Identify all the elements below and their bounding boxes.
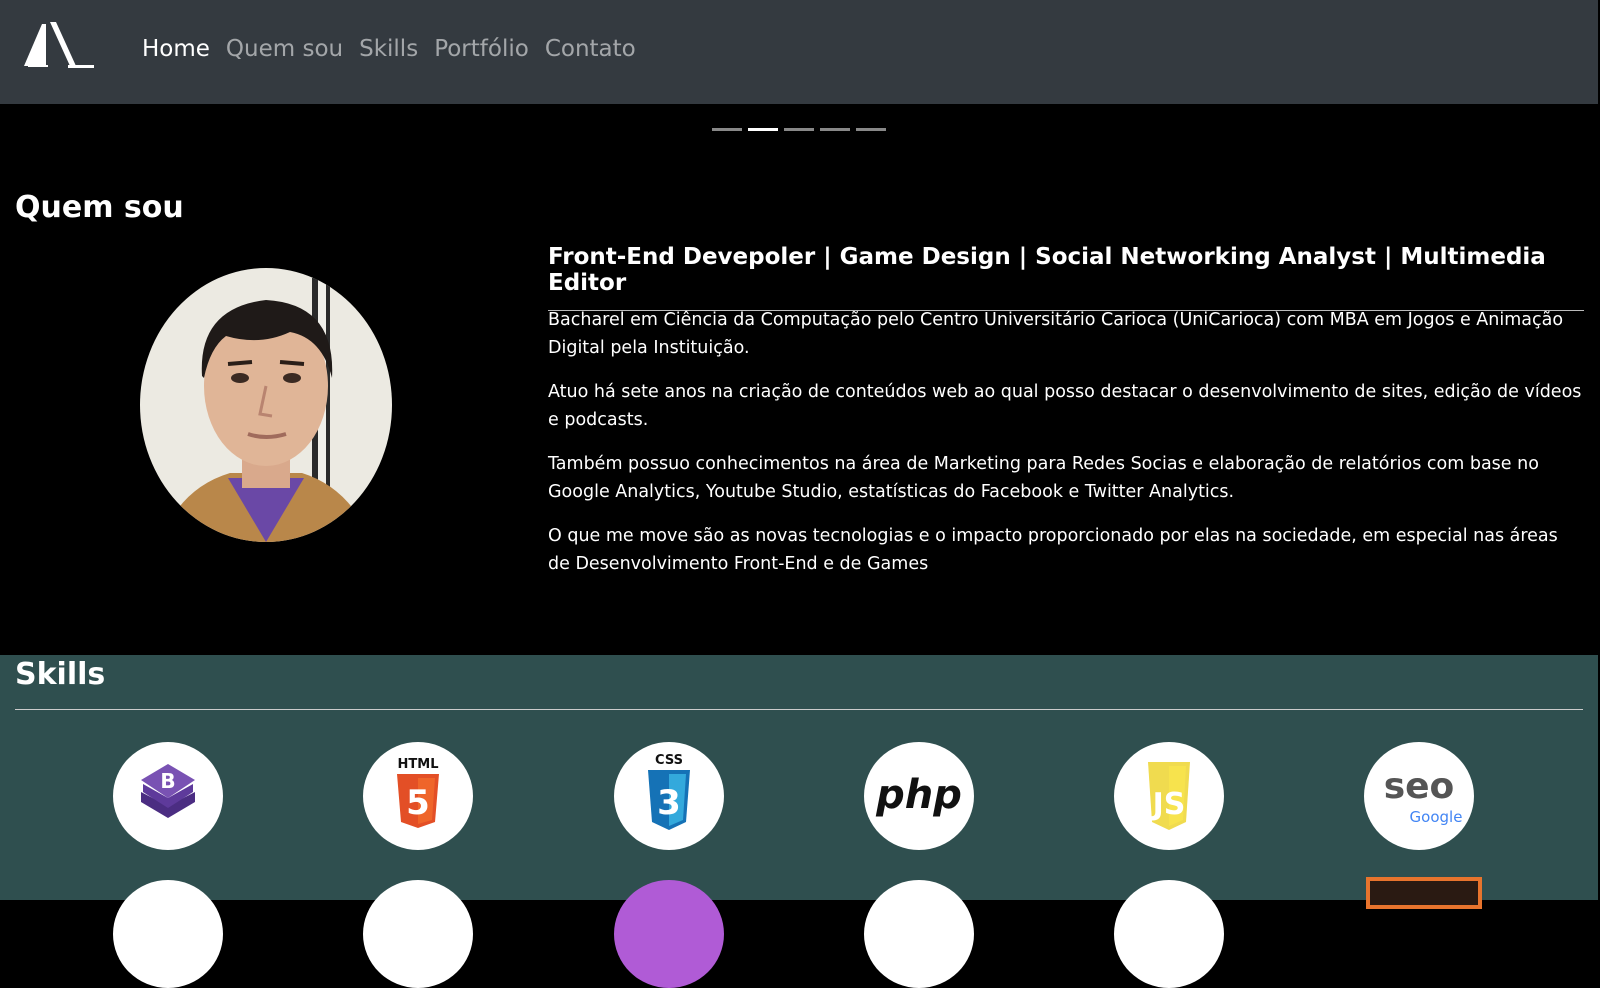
bio-paragraph: Bacharel em Ciência da Computação pelo C… (548, 310, 1564, 358)
nav-quem-sou[interactable]: Quem sou (226, 36, 343, 62)
css3-icon: CSS 3 (614, 742, 724, 850)
php-label: php (875, 772, 962, 818)
css3-label: CSS (655, 753, 683, 768)
google-label: Google (1410, 808, 1463, 826)
nav-home[interactable]: Home (142, 36, 210, 62)
skill-icon-row2-2 (363, 880, 473, 988)
bio-paragraph: O que me move são as novas tecnologias e… (548, 526, 1558, 574)
skill-icon-row2-4 (864, 880, 974, 988)
seo-label: seo (1384, 766, 1455, 807)
skills-title: Skills (15, 657, 106, 692)
carousel-indicators (712, 128, 886, 131)
nav-skills[interactable]: Skills (359, 36, 418, 62)
carousel-indicator-3[interactable] (784, 128, 814, 131)
seo-google-icon: seo Google (1364, 742, 1474, 850)
bio-text: Bacharel em Ciência da Computação pelo C… (548, 306, 1584, 594)
carousel-indicator-5[interactable] (856, 128, 886, 131)
carousel-indicator-1[interactable] (712, 128, 742, 131)
css3-badge: 3 (657, 783, 681, 823)
skill-icon-row2-1 (113, 880, 223, 988)
nav-portfolio[interactable]: Portfólio (434, 36, 529, 62)
main-nav: Home Quem sou Skills Portfólio Contato (142, 36, 636, 62)
php-icon: php (864, 742, 974, 850)
html5-label: HTML (398, 757, 439, 772)
bootstrap-label: B (160, 769, 175, 793)
bio-paragraph: Atuo há sete anos na criação de conteúdo… (548, 382, 1582, 430)
carousel-indicator-4[interactable] (820, 128, 850, 131)
carousel-indicator-2[interactable] (748, 128, 778, 131)
about-title: Quem sou (15, 190, 184, 225)
skills-divider (15, 709, 1583, 710)
profile-headline: Front-End Devepoler | Game Design | Soci… (548, 244, 1584, 311)
skill-icon-row2-3 (614, 880, 724, 988)
skills-section: Skills B HTML 5 CSS 3 php JS seo Google (0, 655, 1598, 988)
bio-paragraph: Também possuo conhecimentos na área de M… (548, 454, 1539, 502)
bootstrap-icon: B (113, 742, 223, 850)
javascript-label: JS (1151, 787, 1186, 822)
html5-badge: 5 (406, 783, 430, 823)
profile-photo (140, 268, 392, 542)
javascript-icon: JS (1114, 742, 1224, 850)
navbar: Home Quem sou Skills Portfólio Contato (0, 0, 1598, 104)
nav-contato[interactable]: Contato (545, 36, 636, 62)
logo-icon[interactable] (22, 18, 98, 70)
html5-icon: HTML 5 (363, 742, 473, 850)
skill-icon-row2-6 (1366, 877, 1482, 909)
skill-icon-row2-5 (1114, 880, 1224, 988)
